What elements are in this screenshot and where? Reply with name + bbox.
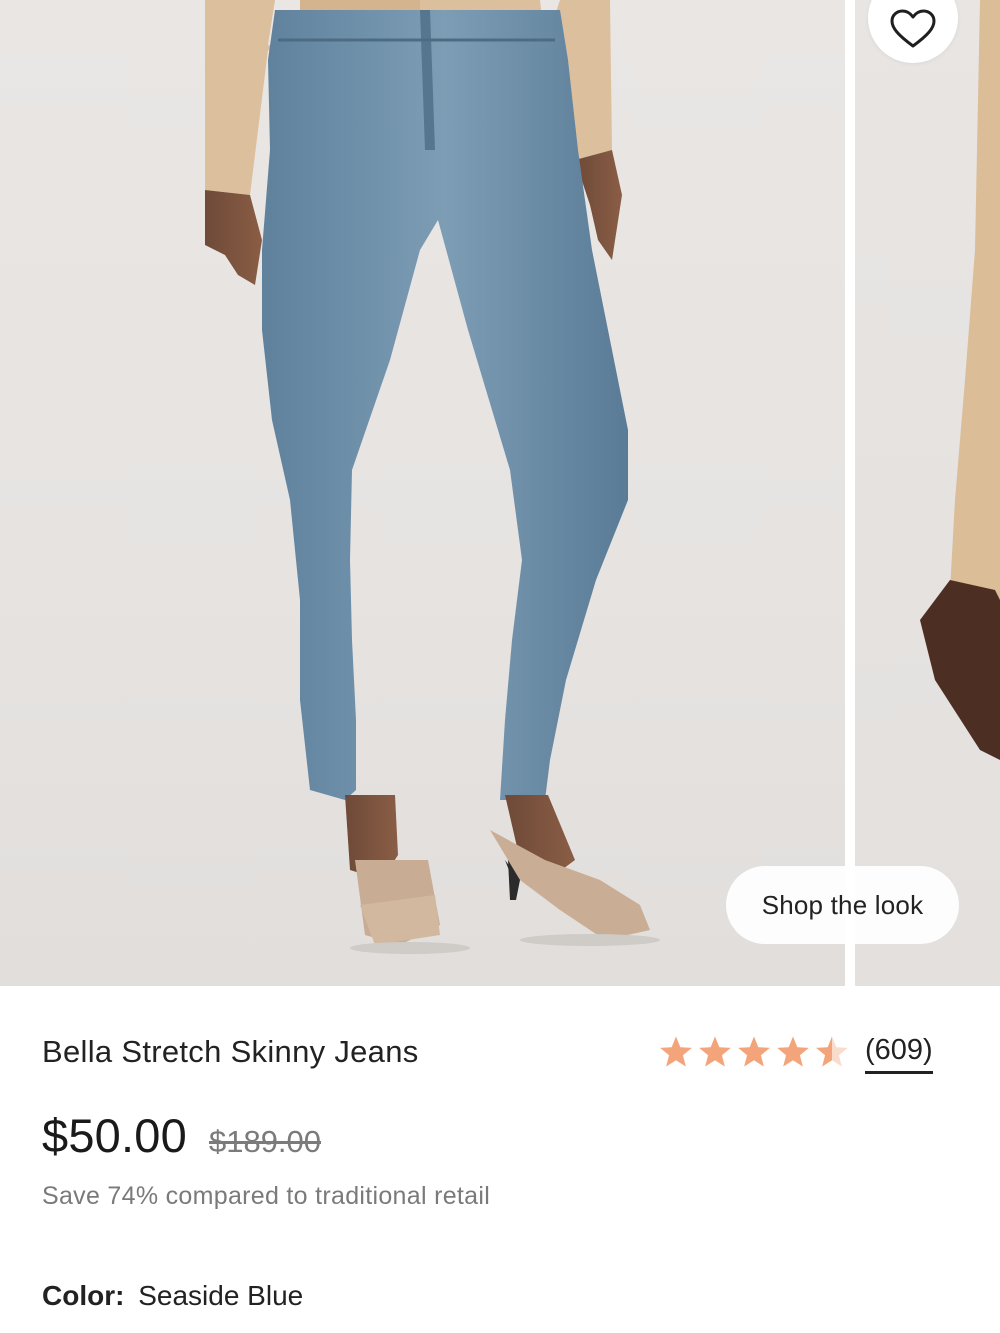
- price-original: $189.00: [208, 1124, 322, 1159]
- color-value: Seaside Blue: [138, 1280, 304, 1311]
- star-icon: [660, 1036, 692, 1067]
- review-count-link[interactable]: (609): [865, 1033, 933, 1074]
- color-selection-label: Color: Seaside Blue: [42, 1280, 303, 1312]
- product-title: Bella Stretch Skinny Jeans: [42, 1034, 419, 1069]
- shop-the-look-button[interactable]: Shop the look: [726, 866, 959, 944]
- product-image-gallery[interactable]: Shop the look: [0, 0, 1000, 986]
- star-icon: [699, 1036, 731, 1067]
- rating-stars: [658, 1035, 850, 1069]
- star-icon: [816, 1036, 848, 1067]
- star-icon: [777, 1036, 809, 1067]
- color-label: Color:: [42, 1280, 125, 1311]
- product-image-next-preview[interactable]: [855, 0, 1000, 986]
- next-photo: [920, 0, 1000, 760]
- star-icon: [738, 1036, 770, 1067]
- heart-icon: [890, 9, 936, 48]
- savings-note: Save 74% compared to traditional retail: [42, 1182, 491, 1210]
- product-rating[interactable]: (609): [658, 1033, 933, 1077]
- price-current: $50.00: [42, 1109, 187, 1162]
- jeans-photo: [205, 0, 660, 954]
- product-image-main[interactable]: [0, 0, 845, 986]
- price-row: $50.00 $189.00: [42, 1108, 321, 1163]
